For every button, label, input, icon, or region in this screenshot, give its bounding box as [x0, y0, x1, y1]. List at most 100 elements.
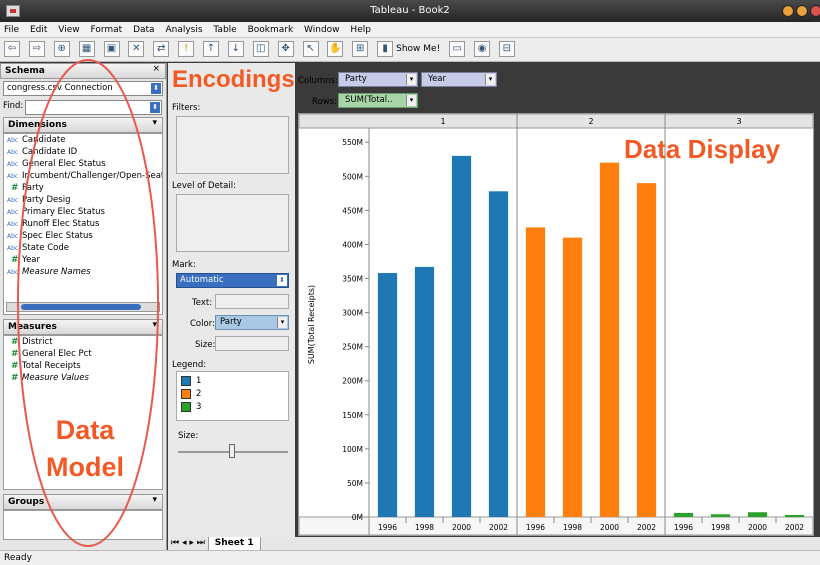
- chevron-down-icon[interactable]: ▾: [152, 118, 157, 128]
- next-sheet-icon[interactable]: ▸: [189, 538, 194, 548]
- clear-sheet-icon[interactable]: ✕: [128, 41, 145, 57]
- string-type-icon: Abc: [7, 209, 19, 216]
- menu-edit[interactable]: Edit: [30, 22, 47, 38]
- sheet-tab[interactable]: Sheet 1: [207, 537, 261, 551]
- chevron-down-icon[interactable]: ▾: [152, 320, 157, 330]
- size-slider-thumb[interactable]: [229, 444, 235, 458]
- menu-window[interactable]: Window: [304, 22, 340, 38]
- columns-pill-year[interactable]: Year ▾: [421, 72, 497, 87]
- fix-axes-icon[interactable]: ✥: [277, 41, 294, 57]
- menu-analysis[interactable]: Analysis: [165, 22, 202, 38]
- bar: [599, 162, 620, 518]
- find-label: Find:: [3, 101, 24, 111]
- show-me-button[interactable]: ▮ Show Me!: [377, 41, 440, 57]
- list-item[interactable]: Abc Measure Names: [4, 266, 162, 278]
- x-tick-label: 1996: [378, 523, 397, 532]
- mark-type-select[interactable]: Automatic ⬍: [176, 273, 289, 288]
- legend-item-label: 3: [196, 402, 202, 412]
- list-item[interactable]: Abc Primary Elec Status: [4, 206, 162, 218]
- number-type-icon: #: [11, 255, 19, 265]
- list-item[interactable]: Abc Runoff Elec Status: [4, 218, 162, 230]
- menu-table[interactable]: Table: [213, 22, 236, 38]
- list-item[interactable]: Abc Spec Elec Status: [4, 230, 162, 242]
- measures-header: Measures ▾: [3, 319, 163, 335]
- legend-item[interactable]: 1: [181, 375, 284, 388]
- menu-data[interactable]: Data: [133, 22, 155, 38]
- run-icon[interactable]: !: [178, 41, 195, 57]
- list-item[interactable]: # Total Receipts: [4, 360, 162, 372]
- sort-desc-icon[interactable]: ↓: [227, 41, 244, 57]
- zoom-icon[interactable]: ⊞: [352, 41, 369, 57]
- string-type-icon: Abc: [7, 245, 19, 252]
- maximize-button[interactable]: [796, 5, 808, 17]
- prev-sheet-icon[interactable]: ◂: [182, 538, 187, 548]
- x-tick-label: 2000: [452, 523, 471, 532]
- columns-pill-party[interactable]: Party ▾: [338, 72, 418, 87]
- fit-icon[interactable]: ◫: [252, 41, 269, 57]
- legend-item[interactable]: 3: [181, 401, 284, 414]
- find-input[interactable]: ⬍: [25, 100, 162, 115]
- legend-item[interactable]: 2: [181, 388, 284, 401]
- menu-bookmark[interactable]: Bookmark: [248, 22, 294, 38]
- close-button[interactable]: [810, 5, 820, 17]
- level-of-detail-shelf[interactable]: [176, 194, 289, 252]
- export-icon[interactable]: ⊟: [498, 41, 515, 57]
- x-tick-label: 2002: [489, 523, 508, 532]
- pan-icon[interactable]: ✋: [327, 41, 344, 57]
- filters-shelf[interactable]: [176, 116, 289, 174]
- y-tick-label: 450M: [342, 206, 363, 215]
- field-name: Measure Values: [22, 373, 89, 383]
- connection-select[interactable]: congress.csv Connection ⬍: [3, 81, 163, 96]
- new-worksheet-icon[interactable]: ▦: [78, 41, 95, 57]
- scrollbar-thumb[interactable]: [21, 304, 141, 310]
- presentation-icon[interactable]: ▭: [449, 41, 466, 57]
- duplicate-sheet-icon[interactable]: ▣: [103, 41, 120, 57]
- close-icon[interactable]: ×: [152, 64, 160, 74]
- list-item[interactable]: Abc Candidate ID: [4, 146, 162, 158]
- size-shelf[interactable]: [215, 336, 289, 351]
- list-item[interactable]: Abc Incumbent/Challenger/Open-Seat: [4, 170, 162, 182]
- list-item[interactable]: # District: [4, 336, 162, 348]
- forward-icon[interactable]: ⇨: [28, 41, 45, 57]
- text-shelf[interactable]: [215, 294, 289, 309]
- tooltip-icon[interactable]: ◉: [473, 41, 490, 57]
- menu-help[interactable]: Help: [350, 22, 371, 38]
- swap-icon[interactable]: ⇄: [153, 41, 170, 57]
- list-item[interactable]: # Party: [4, 182, 162, 194]
- horizontal-scrollbar[interactable]: [6, 302, 160, 312]
- pointer-icon[interactable]: ↖: [302, 41, 319, 57]
- color-pill[interactable]: Party ▾: [215, 315, 289, 330]
- text-label: Text:: [192, 298, 213, 308]
- list-item[interactable]: # Measure Values: [4, 372, 162, 384]
- minimize-button[interactable]: [782, 5, 794, 17]
- connect-data-icon[interactable]: ⊕: [53, 41, 70, 57]
- list-item[interactable]: Abc Party Desig: [4, 194, 162, 206]
- menu-format[interactable]: Format: [90, 22, 122, 38]
- menu-file[interactable]: File: [4, 22, 19, 38]
- sort-asc-icon[interactable]: ↑: [203, 41, 219, 57]
- list-item[interactable]: Abc State Code: [4, 242, 162, 254]
- field-name: Spec Elec Status: [22, 231, 93, 241]
- columns-label: Columns:: [298, 76, 338, 86]
- last-sheet-icon[interactable]: ⏭: [197, 538, 205, 548]
- chevron-down-icon: ▾: [485, 74, 495, 85]
- bar: [414, 266, 435, 517]
- list-item[interactable]: # Year: [4, 254, 162, 266]
- y-tick-label: 300M: [342, 309, 363, 318]
- pane-header-label: 2: [588, 117, 593, 126]
- chevron-down-icon[interactable]: ▾: [152, 495, 157, 505]
- string-type-icon: Abc: [7, 149, 19, 156]
- list-item[interactable]: Abc General Elec Status: [4, 158, 162, 170]
- bar-chart[interactable]: SUM(Total Receipts) 0M 50M 100M 150M 200M 250M…: [299, 114, 813, 535]
- back-icon[interactable]: ⇦: [4, 41, 20, 57]
- chevron-down-icon: ⬍: [277, 275, 287, 286]
- data-display[interactable]: SUM(Total Receipts) 0M 50M 100M 150M 200M 250M…: [298, 113, 814, 536]
- window-title: Tableau - Book2: [370, 5, 450, 16]
- list-item[interactable]: # General Elec Pct: [4, 348, 162, 360]
- list-item[interactable]: Abc Candidate: [4, 134, 162, 146]
- rows-label: Rows:: [312, 97, 337, 107]
- first-sheet-icon[interactable]: ⏮: [171, 538, 179, 548]
- x-tick-label: 1998: [563, 523, 582, 532]
- menu-view[interactable]: View: [58, 22, 79, 38]
- rows-pill-total-receipts[interactable]: SUM(Total.. ▾: [338, 93, 418, 108]
